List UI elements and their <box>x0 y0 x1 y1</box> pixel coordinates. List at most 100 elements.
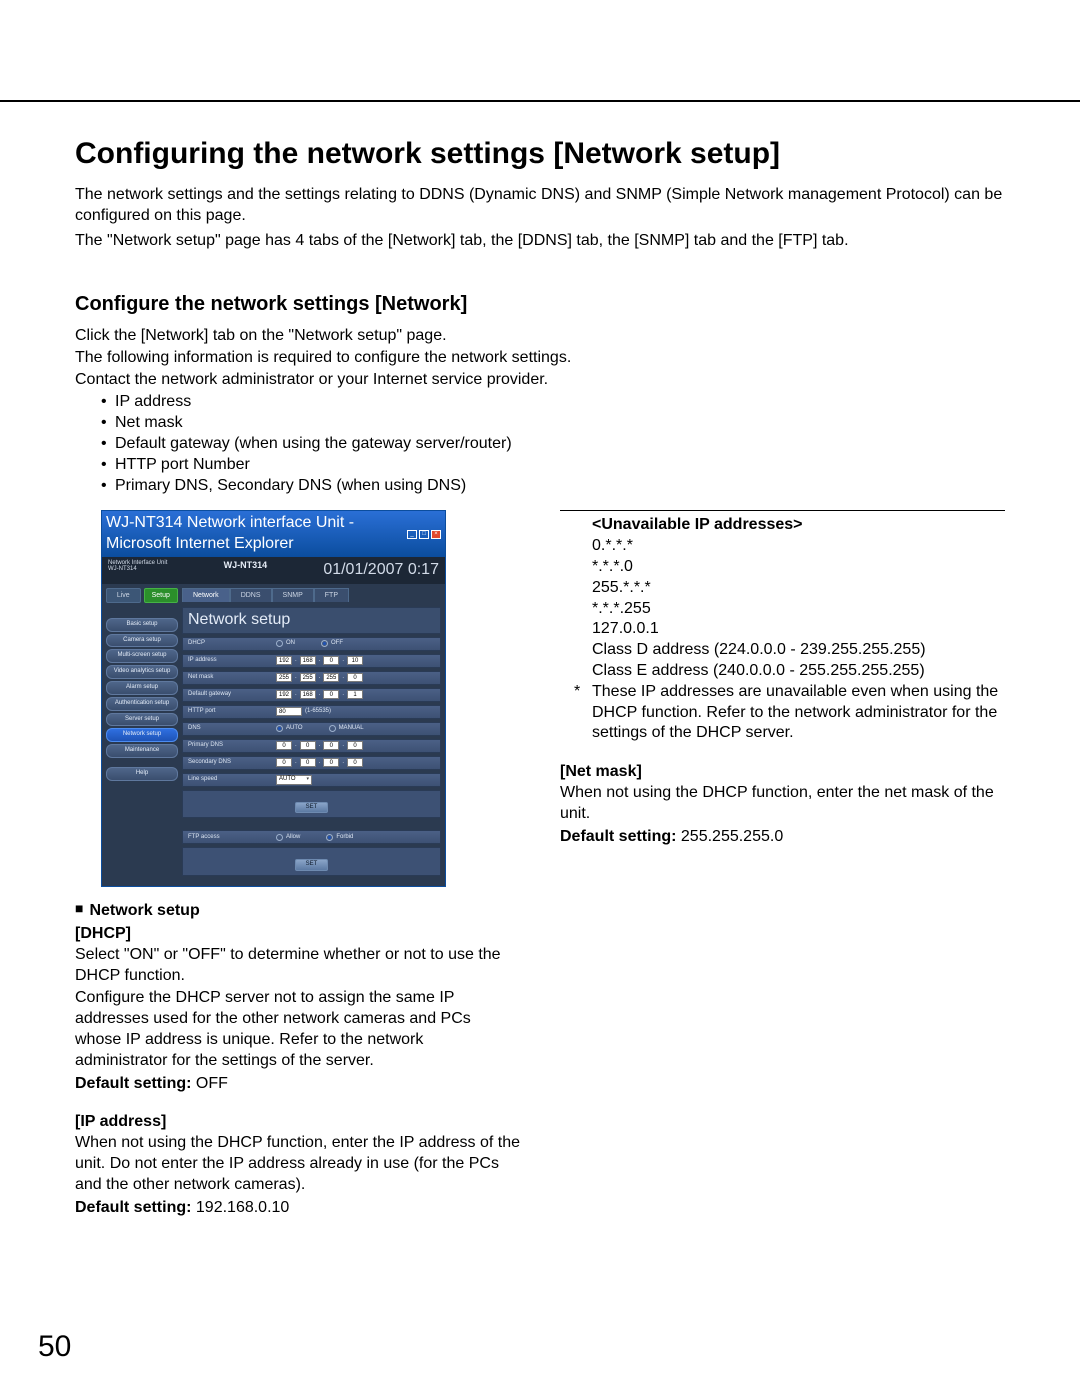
window-title: WJ-NT314 Network interface Unit - Micros… <box>106 513 407 555</box>
http-port-input[interactable]: 80 <box>276 707 302 716</box>
list-item: Net mask <box>101 413 1005 434</box>
row-dns: DNS AUTO MANUAL <box>182 722 441 736</box>
close-icon[interactable]: × <box>431 530 441 539</box>
ip-octet-input[interactable]: 168 <box>300 656 316 665</box>
app-body: Live Setup Basic setup Camera setup Mult… <box>102 584 445 886</box>
netmask-p1: When not using the DHCP function, enter … <box>560 783 1005 825</box>
dns-auto-radio[interactable] <box>276 725 283 732</box>
gw-octet-input[interactable]: 192 <box>276 690 292 699</box>
sidebar-item-server-setup[interactable]: Server setup <box>106 713 178 727</box>
network-setup-heading: Network setup <box>75 901 520 922</box>
gw-octet-input[interactable]: 1 <box>347 690 363 699</box>
brand-model: WJ-NT314 <box>224 560 268 581</box>
row-label: Secondary DNS <box>183 759 273 767</box>
line-speed-value: AUTO <box>279 776 296 784</box>
default-value: OFF <box>191 1075 227 1092</box>
list-item: Class E address (240.0.0.0 - 255.255.255… <box>592 661 1005 682</box>
http-port-hint: (1-65535) <box>305 708 331 716</box>
left-column: WJ-NT314 Network interface Unit - Micros… <box>75 510 520 1236</box>
row-ip-address: IP address 192. 168. 0. 10 <box>182 654 441 668</box>
list-item: Class D address (224.0.0.0 - 239.255.255… <box>592 640 1005 661</box>
list-item: HTTP port Number <box>101 455 1005 476</box>
dns-manual-radio[interactable] <box>329 725 336 732</box>
ip-octet-input[interactable]: 192 <box>276 656 292 665</box>
row-label: Net mask <box>183 674 273 682</box>
live-button[interactable]: Live <box>106 588 141 603</box>
network-setup-screenshot: WJ-NT314 Network interface Unit - Micros… <box>101 510 446 887</box>
app-sidebar: Live Setup Basic setup Camera setup Mult… <box>106 588 178 876</box>
dhcp-on-radio[interactable] <box>276 640 283 647</box>
row-dhcp: DHCP ON OFF <box>182 637 441 651</box>
maximize-icon[interactable]: □ <box>419 530 429 539</box>
sidebar-item-network-setup[interactable]: Network setup <box>106 728 178 742</box>
dhcp-default: Default setting: OFF <box>75 1074 520 1095</box>
setup-button[interactable]: Setup <box>144 588 179 603</box>
window-controls: _ □ × <box>407 530 441 539</box>
dhcp-off-radio[interactable] <box>321 640 328 647</box>
requirements-list: IP address Net mask Default gateway (whe… <box>75 392 1005 496</box>
intro-p2: The "Network setup" page has 4 tabs of t… <box>75 231 1005 252</box>
ip-p1: When not using the DHCP function, enter … <box>75 1133 520 1195</box>
dhcp-p1: Select "ON" or "OFF" to determine whethe… <box>75 945 520 987</box>
sdns-octet-input[interactable]: 0 <box>300 758 316 767</box>
set-button[interactable]: SET <box>295 802 329 814</box>
tab-ddns[interactable]: DDNS <box>230 588 272 602</box>
group-title: Network setup <box>182 607 441 634</box>
list-item: *.*.*.255 <box>592 599 1005 620</box>
gw-octet-input[interactable]: 0 <box>323 690 339 699</box>
row-label: DNS <box>183 725 273 733</box>
page-number: 50 <box>38 1330 71 1364</box>
row-label: Default gateway <box>183 691 273 699</box>
ftp-forbid-radio[interactable] <box>326 834 333 841</box>
sidebar-item-alarm-setup[interactable]: Alarm setup <box>106 681 178 695</box>
note-text: These IP addresses are unavailable even … <box>592 682 1005 744</box>
netmask-default: Default setting: 255.255.255.0 <box>560 827 1005 848</box>
default-label: Default setting: <box>560 828 676 845</box>
mask-octet-input[interactable]: 255 <box>276 673 292 682</box>
chevron-down-icon: ▾ <box>306 776 309 783</box>
ip-default: Default setting: 192.168.0.10 <box>75 1198 520 1219</box>
tab-bar: Network DDNS SNMP FTP <box>182 588 441 602</box>
row-label: Primary DNS <box>183 742 273 750</box>
pdns-octet-input[interactable]: 0 <box>347 741 363 750</box>
ip-octet-input[interactable]: 10 <box>347 656 363 665</box>
line-speed-select[interactable]: AUTO ▾ <box>276 775 312 785</box>
mask-octet-input[interactable]: 255 <box>300 673 316 682</box>
sidebar-item-basic-setup[interactable]: Basic setup <box>106 618 178 632</box>
sidebar-item-help[interactable]: Help <box>106 767 178 781</box>
sidebar-item-maintenance[interactable]: Maintenance <box>106 744 178 758</box>
tab-network[interactable]: Network <box>182 588 230 602</box>
pdns-octet-input[interactable]: 0 <box>323 741 339 750</box>
ftp-allow-radio[interactable] <box>276 834 283 841</box>
divider <box>560 510 1005 511</box>
page-title: Configuring the network settings [Networ… <box>75 137 1005 171</box>
dhcp-p2: Configure the DHCP server not to assign … <box>75 988 520 1071</box>
mask-octet-input[interactable]: 255 <box>323 673 339 682</box>
default-value: 255.255.255.0 <box>676 828 783 845</box>
sidebar-item-camera-setup[interactable]: Camera setup <box>106 634 178 648</box>
minimize-icon[interactable]: _ <box>407 530 417 539</box>
sidebar-item-video-analytics-setup[interactable]: Video analytics setup <box>106 665 178 679</box>
sdns-octet-input[interactable]: 0 <box>347 758 363 767</box>
gw-octet-input[interactable]: 168 <box>300 690 316 699</box>
dns-auto-label: AUTO <box>286 725 303 733</box>
pdns-octet-input[interactable]: 0 <box>300 741 316 750</box>
section-p2: The following information is required to… <box>75 348 1005 368</box>
ip-octet-input[interactable]: 0 <box>323 656 339 665</box>
list-item: Primary DNS, Secondary DNS (when using D… <box>101 476 1005 497</box>
sdns-octet-input[interactable]: 0 <box>323 758 339 767</box>
netmask-heading: [Net mask] <box>560 762 1005 783</box>
sidebar-item-multiscreen-setup[interactable]: Multi-screen setup <box>106 649 178 663</box>
set-button[interactable]: SET <box>295 859 329 871</box>
set-row-2: SET <box>182 847 441 876</box>
tab-snmp[interactable]: SNMP <box>272 588 314 602</box>
pdns-octet-input[interactable]: 0 <box>276 741 292 750</box>
ftp-allow-label: Allow <box>286 834 300 842</box>
intro-p1: The network settings and the settings re… <box>75 185 1005 227</box>
row-label: HTTP port <box>183 708 273 716</box>
row-http-port: HTTP port 80 (1-65535) <box>182 705 441 719</box>
sdns-octet-input[interactable]: 0 <box>276 758 292 767</box>
sidebar-item-authentication-setup[interactable]: Authentication setup <box>106 697 178 711</box>
mask-octet-input[interactable]: 0 <box>347 673 363 682</box>
tab-ftp[interactable]: FTP <box>314 588 349 602</box>
